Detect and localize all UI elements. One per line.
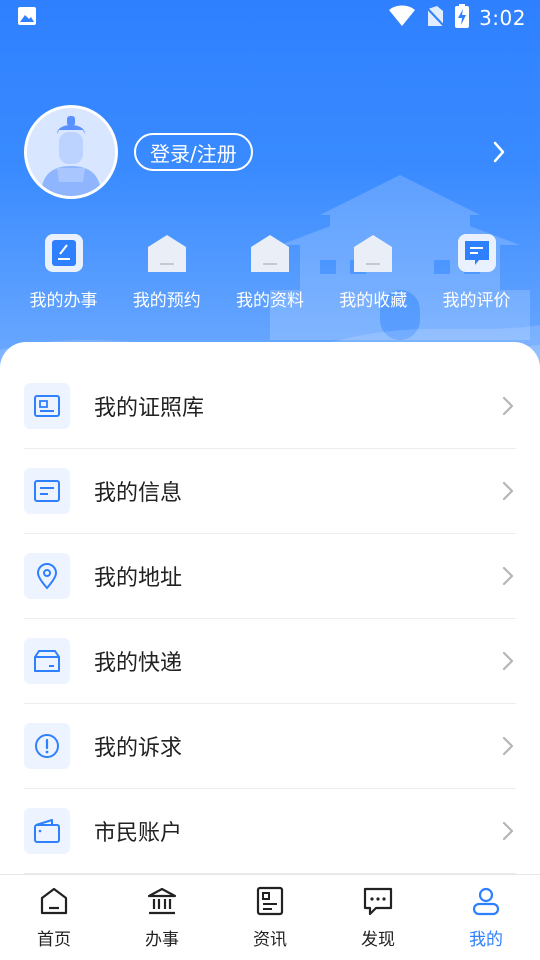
quick-item-my-reviews[interactable]: 我的评价	[425, 232, 528, 311]
house-icon	[352, 232, 394, 274]
tab-services[interactable]: 办事	[112, 885, 212, 950]
quick-item-my-affairs[interactable]: 我的办事	[12, 232, 115, 311]
menu-item-label: 市民账户	[94, 821, 183, 846]
chevron-right-icon	[502, 736, 514, 756]
quick-label: 我的预约	[132, 291, 201, 311]
chat-bubble-icon	[362, 885, 394, 921]
chevron-right-icon	[502, 821, 514, 841]
menu-item-my-express[interactable]: 我的快递	[24, 619, 516, 704]
government-building-icon	[146, 885, 178, 921]
quick-label: 我的资料	[236, 291, 304, 311]
wifi-icon	[389, 5, 416, 31]
menu-item-license-library[interactable]: 我的证照库	[24, 364, 516, 449]
chevron-right-icon	[502, 566, 514, 586]
no-sim-icon	[425, 5, 445, 31]
image-icon	[16, 5, 38, 31]
quick-label: 我的办事	[29, 291, 98, 311]
menu-item-label: 我的信息	[94, 481, 183, 506]
quick-label: 我的收藏	[339, 291, 408, 311]
house-icon	[249, 232, 291, 274]
tab-label: 资讯	[253, 930, 287, 950]
person-icon	[470, 885, 502, 921]
location-pin-icon	[24, 553, 70, 599]
news-icon	[254, 885, 286, 921]
menu-item-label: 我的快递	[94, 651, 183, 676]
tab-label: 发现	[361, 930, 395, 950]
quick-item-my-appointments[interactable]: 我的预约	[115, 232, 218, 311]
quick-item-my-favorites[interactable]: 我的收藏	[322, 232, 425, 311]
chevron-right-icon	[502, 481, 514, 501]
wallet-icon	[24, 808, 70, 854]
login-register-button[interactable]: 登录/注册	[134, 133, 253, 171]
menu-item-citizen-account[interactable]: 市民账户	[24, 789, 516, 874]
chevron-right-icon[interactable]	[492, 140, 506, 164]
battery-charging-icon	[455, 4, 470, 32]
tab-news[interactable]: 资讯	[220, 885, 320, 950]
tab-label: 我的	[469, 930, 503, 950]
menu-item-my-appeals[interactable]: 我的诉求	[24, 704, 516, 789]
status-bar: 3:02	[0, 0, 540, 36]
quick-item-my-materials[interactable]: 我的资料	[219, 232, 322, 311]
package-icon	[24, 638, 70, 684]
exclamation-circle-icon	[24, 723, 70, 769]
home-icon	[38, 885, 70, 921]
id-card-icon	[24, 383, 70, 429]
edit-doc-icon	[43, 232, 85, 274]
comment-icon	[456, 232, 498, 274]
user-avatar[interactable]	[24, 105, 118, 199]
quick-label: 我的评价	[442, 291, 511, 311]
menu-item-my-info[interactable]: 我的信息	[24, 449, 516, 534]
menu-card: 我的证照库 我的信息 我的地址 我的快递 我的诉求 市民账户	[0, 342, 540, 960]
quick-actions: 我的办事 我的预约 我的资料 我的收藏 我的评价	[12, 232, 528, 311]
menu-item-label: 我的诉求	[94, 736, 183, 761]
profile-section: 登录/注册	[24, 104, 516, 200]
house-icon	[146, 232, 188, 274]
menu-list: 我的证照库 我的信息 我的地址 我的快递 我的诉求 市民账户	[24, 364, 516, 874]
tab-discover[interactable]: 发现	[328, 885, 428, 950]
tab-label: 办事	[145, 930, 179, 950]
tab-label: 首页	[37, 930, 71, 950]
chevron-right-icon	[502, 651, 514, 671]
status-time: 3:02	[479, 6, 526, 30]
menu-item-my-address[interactable]: 我的地址	[24, 534, 516, 619]
tab-mine[interactable]: 我的	[436, 885, 536, 950]
bottom-tab-bar: 首页 办事 资讯 发现 我的	[0, 874, 540, 960]
info-card-icon	[24, 468, 70, 514]
menu-item-label: 我的地址	[94, 566, 183, 591]
chevron-right-icon	[502, 396, 514, 416]
menu-item-label: 我的证照库	[94, 396, 205, 421]
tab-home[interactable]: 首页	[4, 885, 104, 950]
